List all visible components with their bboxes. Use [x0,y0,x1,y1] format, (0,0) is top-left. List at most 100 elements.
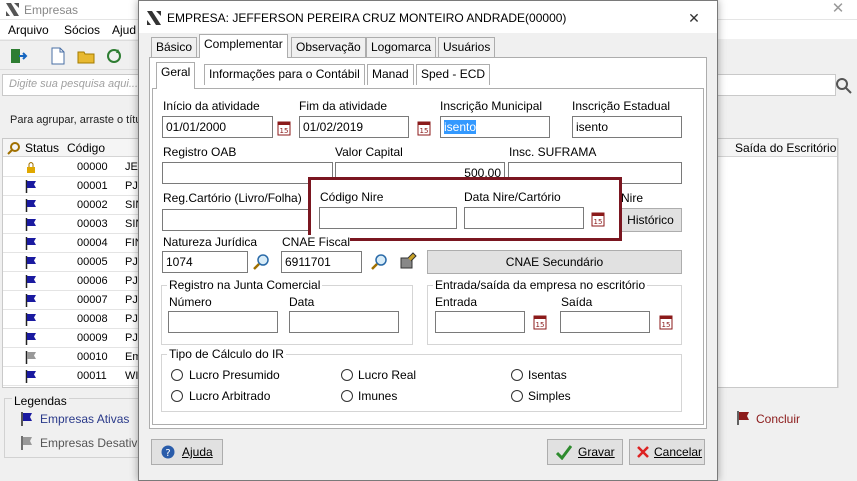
subtab-sped-ecd[interactable]: Sped - ECD [416,64,491,85]
lucro-real-label: Lucro Real [358,368,417,382]
table-row[interactable]: 00007 PJ [3,291,141,310]
ajuda-button[interactable]: ? Ajuda [151,439,223,465]
refresh-icon[interactable] [104,46,124,66]
numero-label: Número [169,295,212,309]
grid-scrollbar[interactable] [838,138,854,388]
data-label: Data [289,295,315,309]
saida-label: Saída [561,295,593,309]
codigo-nire-input[interactable] [319,207,457,229]
table-row[interactable]: 00001 PJ [3,177,141,196]
table-row[interactable]: 00008 PJ [3,310,141,329]
cnae-tool-icon[interactable] [399,252,417,270]
geral-panel: Início da atividade 01/01/2000 15 Fim da… [152,88,704,425]
calendar-icon[interactable]: 15 [277,120,291,136]
tab-complementar[interactable]: Complementar [199,34,288,58]
cnae-secundario-button[interactable]: CNAE Secundário [427,250,682,274]
entrada-input[interactable] [435,311,525,333]
row-name: JE [125,161,138,173]
svg-text:15: 15 [536,321,545,329]
radio-isentas[interactable] [511,369,523,381]
valor-capital-label: Valor Capital [335,145,403,159]
row-code: 00003 [77,218,108,230]
calendar-icon[interactable]: 15 [591,211,605,227]
calendar-icon[interactable]: 15 [417,120,431,136]
radio-simples[interactable] [511,390,523,402]
column-saida[interactable]: Saída do Escritório [735,141,836,155]
menu-socios[interactable]: Sócios [64,23,100,37]
cancelar-button[interactable]: Cancelar [629,439,705,465]
radio-imunes[interactable] [341,390,353,402]
calendar-icon[interactable]: 15 [533,314,547,330]
search-icon[interactable] [834,76,854,96]
radio-lucro-arbitrado[interactable] [171,390,183,402]
table-row[interactable]: 00003 SIN [3,215,143,234]
tab-logomarca[interactable]: Logomarca [366,37,437,58]
table-row[interactable]: 00002 SIN [3,196,143,215]
inscricao-estadual-input[interactable]: isento [572,116,682,138]
data-input[interactable] [289,311,399,333]
row-code: 00010 [77,351,108,363]
historico-button[interactable]: Histórico [619,208,682,232]
natureza-juridica-input[interactable]: 1074 [162,251,248,273]
flag-icon [25,256,36,269]
calendar-icon[interactable]: 15 [659,314,673,330]
table-row[interactable]: 00005 PJ [3,253,141,272]
table-row[interactable]: 00011 WI [3,367,141,386]
inscricao-municipal-label: Inscrição Municipal [440,99,543,113]
menu-arquivo[interactable]: Arquivo [8,23,49,37]
exit-icon[interactable] [8,46,28,66]
dialog-close-icon[interactable]: ✕ [683,9,705,27]
table-row[interactable]: 00000 JE [3,158,141,177]
inscricao-municipal-input[interactable]: isento [440,116,550,138]
subtab-contabil[interactable]: Informações para o Contábil [204,64,365,85]
tab-observacao[interactable]: Observação [291,37,366,58]
tab-basico[interactable]: Básico [151,37,198,58]
flag-icon [25,313,36,326]
search-icon[interactable] [371,253,389,271]
numero-input[interactable] [168,311,278,333]
inicio-atividade-input[interactable]: 01/01/2000 [162,116,273,138]
row-name: PJ [125,180,138,192]
column-status[interactable]: Status [25,141,59,155]
column-codigo[interactable]: Código [67,141,105,155]
flag-red-icon[interactable] [736,410,752,426]
isentas-label: Isentas [528,368,567,382]
subtab-manad[interactable]: Manad [367,64,414,85]
new-document-icon[interactable] [48,46,68,66]
radio-lucro-presumido[interactable] [171,369,183,381]
row-code: 00004 [77,237,108,249]
reg-cartorio-input[interactable] [162,209,312,231]
gravar-button[interactable]: Gravar [547,439,623,465]
open-folder-icon[interactable] [76,46,96,66]
flag-icon [25,199,36,212]
subtab-geral[interactable]: Geral [156,62,196,89]
dialog-logo-icon [147,11,161,25]
fim-atividade-input[interactable]: 01/02/2019 [299,116,409,138]
menu-ajuda[interactable]: Ajud [112,23,136,37]
row-code: 00001 [77,180,108,192]
flag-icon [25,218,36,231]
svg-text:15: 15 [662,321,671,329]
table-row[interactable]: 00006 PJ [3,272,141,291]
background-close-icon[interactable]: ✕ [826,0,850,18]
concluir-button[interactable]: Concluir [756,412,800,426]
search-placeholder: Digite sua pesquisa aqui... [9,78,139,90]
data-nire-input[interactable] [464,207,584,229]
saida-input[interactable] [560,311,650,333]
complementar-panel: Geral Informações para o Contábil Manad … [149,57,707,429]
background-toolbar [0,40,140,70]
tab-usuarios[interactable]: Usuários [438,37,496,58]
table-row[interactable]: 00010 Em [3,348,142,367]
table-row[interactable]: 00009 PJ [3,329,141,348]
background-window-title: Empresas [24,3,79,17]
radio-lucro-real[interactable] [341,369,353,381]
table-row[interactable]: 00004 FIN [3,234,143,253]
company-dialog: EMPRESA: JEFFERSON PEREIRA CRUZ MONTEIRO… [138,0,718,481]
flag-gray-icon [21,436,32,450]
search-icon[interactable] [253,253,271,271]
group-by-hint: Para agrupar, arraste o títu [10,114,142,126]
cnae-fiscal-input[interactable]: 6911701 [281,251,362,273]
find-icon[interactable] [7,141,21,155]
tipo-calculo-title: Tipo de Cálculo do IR [167,347,286,361]
flag-icon [25,370,36,383]
